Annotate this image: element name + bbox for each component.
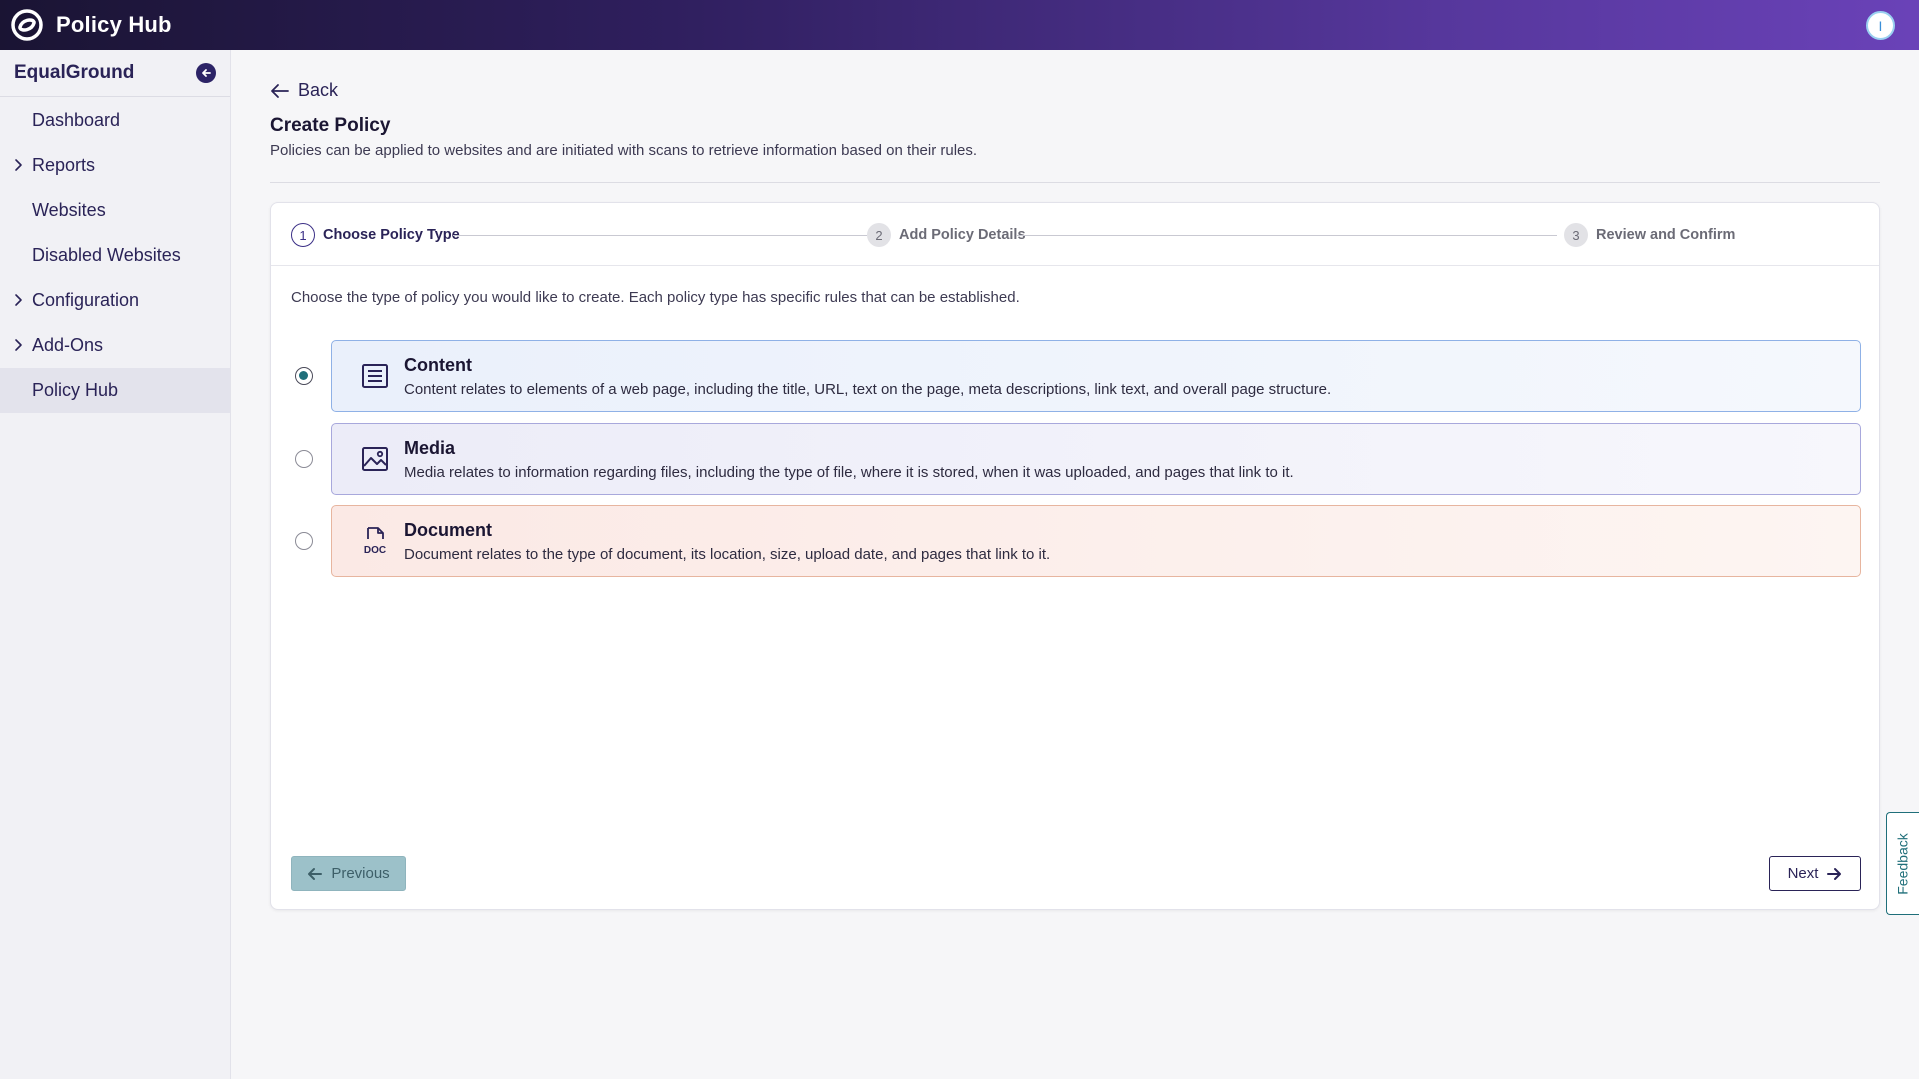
radio-content[interactable]	[295, 367, 313, 385]
sidebar-item-configuration[interactable]: Configuration	[0, 278, 230, 323]
option-description: Content relates to elements of a web pag…	[404, 381, 1332, 398]
sidebar: EqualGround Dashboard Reports Websites D…	[0, 50, 231, 1079]
arrow-left-icon	[308, 867, 323, 880]
page-title: Create Policy	[270, 115, 391, 136]
feedback-label: Feedback	[1895, 832, 1912, 895]
arrow-right-icon	[1827, 867, 1842, 880]
top-bar: Policy Hub I	[0, 0, 1919, 50]
sidebar-item-add-ons[interactable]: Add-Ons	[0, 323, 230, 368]
next-button[interactable]: Next	[1769, 856, 1861, 891]
next-label: Next	[1787, 865, 1819, 882]
option-title: Document	[404, 520, 493, 540]
arrow-left-icon	[271, 83, 289, 98]
policy-option-content[interactable]: Content Content relates to elements of a…	[291, 340, 1861, 412]
step-add-policy-details: 2 Add Policy Details	[867, 223, 1026, 247]
image-icon	[360, 444, 390, 474]
sidebar-item-label: Websites	[32, 200, 106, 220]
collapse-sidebar-button[interactable]	[196, 63, 216, 83]
option-card-content[interactable]: Content Content relates to elements of a…	[331, 340, 1861, 412]
step-number: 3	[1564, 223, 1588, 247]
doc-file-icon: DOC	[360, 526, 390, 556]
policy-option-media[interactable]: Media Media relates to information regar…	[291, 423, 1861, 495]
create-policy-card: 1 Choose Policy Type 2 Add Policy Detail…	[270, 202, 1880, 910]
feedback-tab[interactable]: Feedback	[1886, 812, 1919, 915]
user-avatar[interactable]: I	[1866, 11, 1895, 40]
previous-label: Previous	[331, 865, 390, 882]
logo-icon[interactable]	[8, 6, 46, 44]
previous-button[interactable]: Previous	[291, 856, 406, 891]
org-name: EqualGround	[14, 62, 135, 83]
step-review-and-confirm: 3 Review and Confirm	[1564, 223, 1735, 247]
content-icon	[360, 361, 390, 391]
radio-document[interactable]	[295, 532, 313, 550]
stepper: 1 Choose Policy Type 2 Add Policy Detail…	[271, 203, 1879, 266]
sidebar-item-label: Policy Hub	[32, 380, 119, 400]
step-label: Review and Confirm	[1596, 227, 1736, 243]
step-label: Choose Policy Type	[323, 227, 460, 243]
option-title: Media	[404, 438, 456, 458]
app-title: Policy Hub	[56, 12, 172, 37]
sidebar-item-websites[interactable]: Websites	[0, 188, 230, 233]
option-card-media[interactable]: Media Media relates to information regar…	[331, 423, 1861, 495]
sidebar-nav: Dashboard Reports Websites Disabled Webs…	[0, 98, 230, 413]
sidebar-item-dashboard[interactable]: Dashboard	[0, 98, 230, 143]
doc-icon-label: DOC	[364, 545, 386, 556]
page-subtitle: Policies can be applied to websites and …	[270, 142, 978, 159]
sidebar-item-reports[interactable]: Reports	[0, 143, 230, 188]
chevron-right-icon[interactable]	[10, 157, 26, 173]
option-title: Content	[404, 355, 472, 375]
chevron-right-icon[interactable]	[10, 292, 26, 308]
option-description: Document relates to the type of document…	[404, 546, 1051, 563]
option-description: Media relates to information regarding f…	[404, 464, 1294, 481]
step-number: 2	[867, 223, 891, 247]
intro-text: Choose the type of policy you would like…	[291, 289, 1020, 306]
sidebar-item-policy-hub[interactable]: Policy Hub	[0, 368, 230, 413]
sidebar-item-label: Disabled Websites	[32, 245, 181, 265]
step-choose-policy-type: 1 Choose Policy Type	[291, 223, 460, 247]
sidebar-item-disabled-websites[interactable]: Disabled Websites	[0, 233, 230, 278]
step-connector	[453, 235, 867, 236]
org-header: EqualGround	[0, 50, 230, 97]
divider	[270, 182, 1880, 183]
back-label: Back	[298, 80, 339, 100]
arrow-left-icon	[202, 69, 211, 77]
policy-option-document[interactable]: DOC Document Document relates to the typ…	[291, 505, 1861, 577]
option-card-document[interactable]: DOC Document Document relates to the typ…	[331, 505, 1861, 577]
chevron-right-icon[interactable]	[10, 337, 26, 353]
back-link[interactable]: Back	[270, 80, 338, 101]
sidebar-item-label: Dashboard	[32, 110, 121, 130]
step-label: Add Policy Details	[899, 227, 1026, 243]
sidebar-item-label: Add-Ons	[32, 335, 104, 355]
sidebar-item-label: Reports	[32, 155, 96, 175]
step-number: 1	[291, 223, 315, 247]
radio-media[interactable]	[295, 450, 313, 468]
sidebar-item-label: Configuration	[32, 290, 140, 310]
step-connector	[1017, 235, 1557, 236]
